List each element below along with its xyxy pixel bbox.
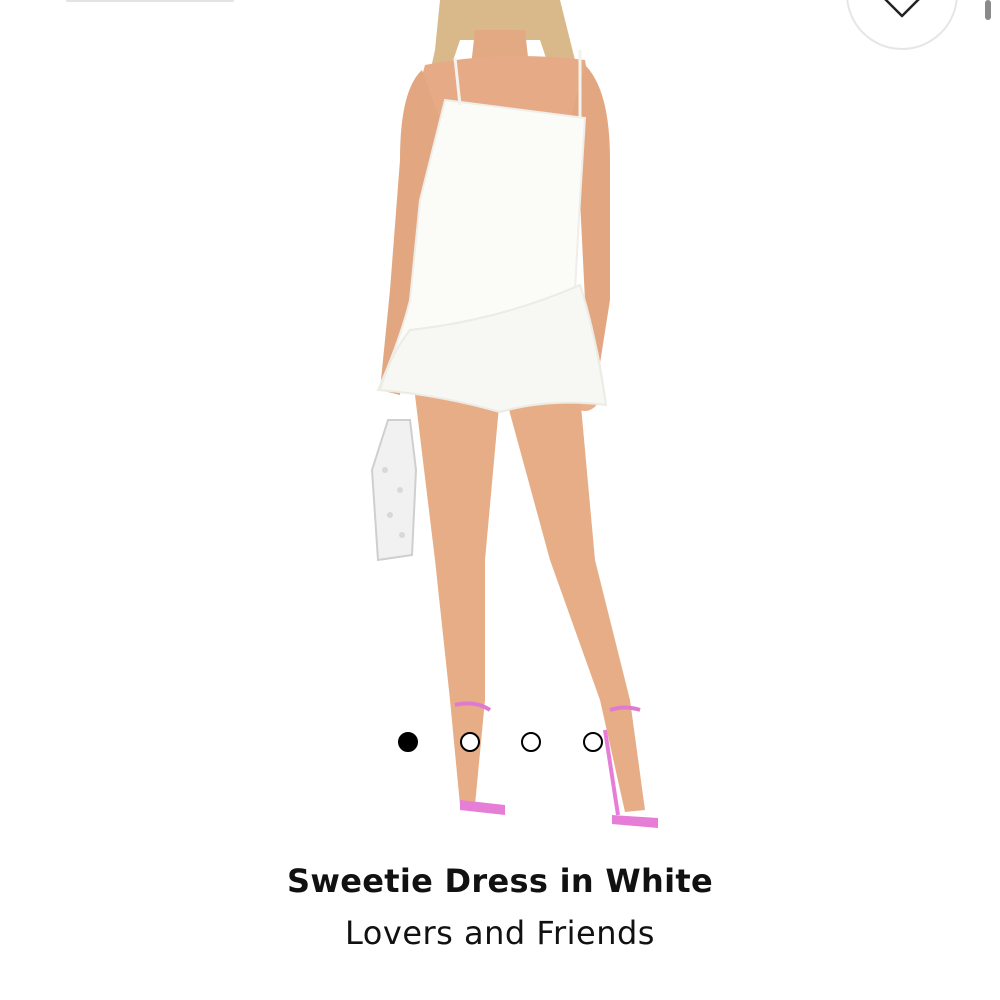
carousel-dot-2[interactable] (460, 732, 480, 752)
carousel-dot-1[interactable] (398, 732, 418, 752)
product-detail-page: Sweetie Dress in White Lovers and Friend… (0, 0, 1000, 1000)
product-title: Sweetie Dress in White (287, 862, 713, 900)
header-divider (66, 0, 234, 2)
carousel-dot-4[interactable] (583, 732, 603, 752)
carousel-dots (398, 732, 608, 754)
scroll-indicator[interactable] (985, 0, 991, 20)
heart-outline-icon (884, 0, 920, 18)
wishlist-button[interactable] (846, 0, 958, 50)
product-image[interactable] (250, 0, 750, 845)
product-brand[interactable]: Lovers and Friends (0, 914, 1000, 952)
carousel-dot-3[interactable] (521, 732, 541, 752)
